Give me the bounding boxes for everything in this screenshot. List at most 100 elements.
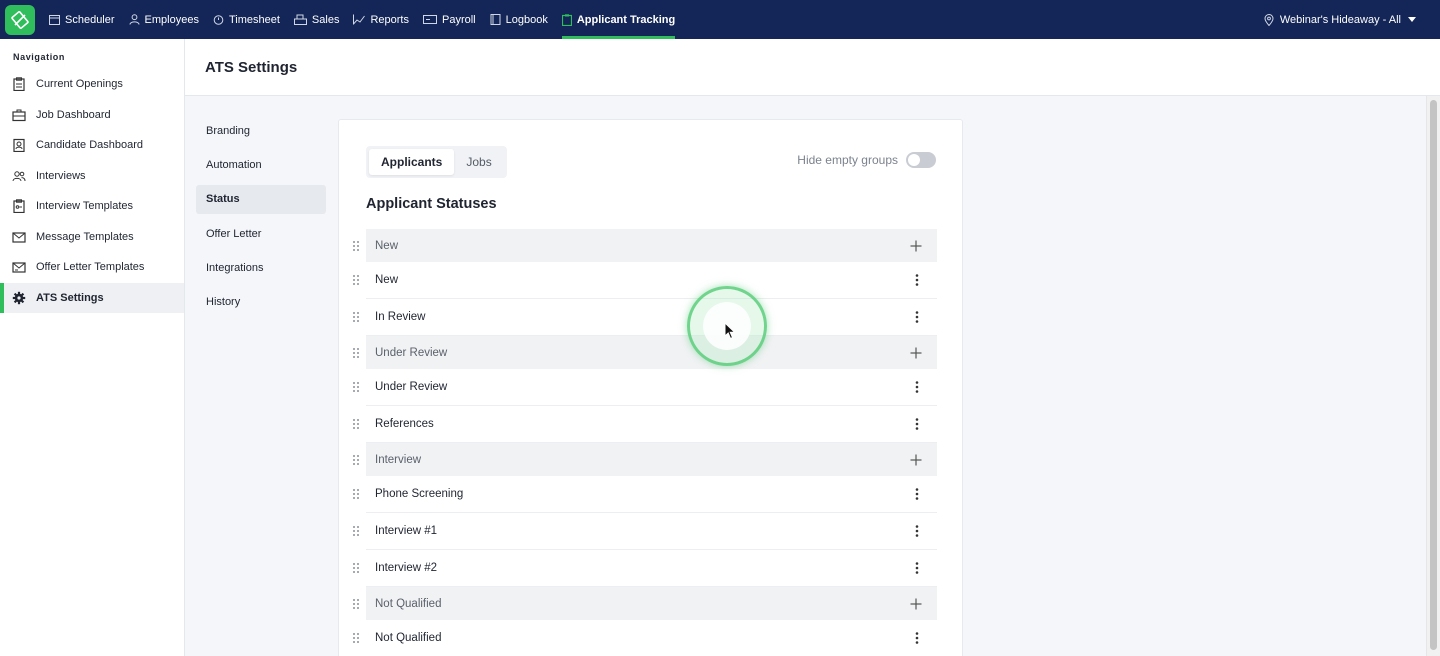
- scrollbar-thumb[interactable]: [1430, 100, 1437, 650]
- sidebar-item-label: ATS Settings: [36, 291, 104, 304]
- more-options-icon[interactable]: [915, 381, 919, 393]
- sidebar-item-label: Current Openings: [36, 78, 123, 91]
- section-title: Applicant Statuses: [366, 196, 497, 212]
- sidebar: Navigation Current Openings Job Dashboar…: [0, 39, 185, 656]
- status-row[interactable]: Interview #2: [353, 550, 937, 587]
- envelope-icon: [12, 232, 26, 243]
- hide-empty-groups-label: Hide empty groups: [797, 153, 898, 167]
- nav-sales[interactable]: Sales: [293, 0, 339, 39]
- status-row[interactable]: Phone Screening: [353, 476, 937, 513]
- more-options-icon[interactable]: [915, 418, 919, 430]
- nav-label: Scheduler: [65, 13, 115, 26]
- sidebar-heading: Navigation: [13, 52, 66, 62]
- register-icon: [293, 14, 307, 25]
- page-scrollbar[interactable]: [1426, 96, 1440, 656]
- nav-logbook[interactable]: Logbook: [490, 0, 548, 39]
- trend-icon: [353, 14, 366, 25]
- sidebar-item-interviews[interactable]: Interviews: [0, 161, 184, 192]
- more-options-icon[interactable]: [915, 632, 919, 644]
- drag-handle-icon[interactable]: [353, 598, 359, 609]
- status-settings-card: Applicants Jobs Hide empty groups Applic…: [338, 119, 963, 656]
- drag-handle-icon[interactable]: [353, 312, 359, 322]
- sidebar-item-interview-templates[interactable]: Interview Templates: [0, 191, 184, 222]
- sidebar-item-label: Offer Letter Templates: [36, 261, 145, 274]
- nav-label: Timesheet: [228, 13, 280, 26]
- status-type-tabs: Applicants Jobs: [366, 146, 507, 178]
- more-options-icon[interactable]: [915, 525, 919, 537]
- more-options-icon[interactable]: [915, 562, 919, 574]
- status-group-label: New: [375, 239, 399, 252]
- nav-reports[interactable]: Reports: [353, 0, 409, 39]
- add-status-icon[interactable]: [910, 454, 922, 466]
- status-group-header[interactable]: New: [353, 229, 937, 262]
- status-row[interactable]: New: [353, 262, 937, 299]
- drag-handle-icon[interactable]: [353, 489, 359, 499]
- gear-icon: [12, 291, 26, 304]
- sidebar-item-ats-settings[interactable]: ATS Settings: [0, 282, 184, 313]
- add-status-icon[interactable]: [910, 598, 922, 610]
- subnav-automation[interactable]: Automation: [196, 150, 326, 179]
- subnav-status[interactable]: Status: [196, 184, 326, 214]
- page-title: ATS Settings: [205, 59, 298, 76]
- more-options-icon[interactable]: [915, 311, 919, 323]
- status-group-header[interactable]: Interview: [353, 443, 937, 476]
- hide-empty-groups-toggle[interactable]: [906, 152, 936, 168]
- mouse-pointer-icon: [724, 322, 736, 340]
- location-selector[interactable]: Webinar's Hideaway - All: [1264, 0, 1416, 39]
- sidebar-item-candidate-dashboard[interactable]: Candidate Dashboard: [0, 130, 184, 161]
- sidebar-item-job-dashboard[interactable]: Job Dashboard: [0, 100, 184, 131]
- tab-jobs[interactable]: Jobs: [454, 149, 503, 175]
- subnav-offer-letter[interactable]: Offer Letter: [196, 219, 326, 248]
- add-status-icon[interactable]: [910, 347, 922, 359]
- subnav-history[interactable]: History: [196, 288, 326, 317]
- sidebar-item-current-openings[interactable]: Current Openings: [0, 69, 184, 100]
- nav-employees[interactable]: Employees: [129, 0, 199, 39]
- drag-handle-icon[interactable]: [353, 633, 359, 643]
- sidebar-item-offer-letter-templates[interactable]: Offer Letter Templates: [0, 252, 184, 283]
- template-icon: [13, 199, 25, 214]
- status-row[interactable]: Not Qualified: [353, 620, 937, 656]
- drag-handle-icon[interactable]: [353, 563, 359, 573]
- location-label: Webinar's Hideaway - All: [1279, 13, 1401, 26]
- status-label: Phone Screening: [375, 488, 464, 500]
- status-label: References: [375, 418, 434, 430]
- location-pin-icon: [1264, 13, 1274, 26]
- sidebar-item-label: Message Templates: [36, 230, 134, 243]
- subnav-integrations[interactable]: Integrations: [196, 254, 326, 283]
- nav-scheduler[interactable]: Scheduler: [49, 0, 115, 39]
- nav-payroll[interactable]: Payroll: [422, 0, 476, 39]
- more-options-icon[interactable]: [915, 488, 919, 500]
- add-status-icon[interactable]: [910, 240, 922, 252]
- nav-applicant-tracking[interactable]: Applicant Tracking: [561, 0, 676, 39]
- calendar-icon: [49, 15, 60, 25]
- sidebar-item-label: Job Dashboard: [36, 108, 111, 121]
- more-options-icon[interactable]: [915, 274, 919, 286]
- status-group-label: Not Qualified: [375, 597, 442, 610]
- drag-handle-icon[interactable]: [353, 454, 359, 465]
- briefcase-icon: [12, 109, 26, 121]
- top-navigation-bar: Scheduler Employees Timesheet Sales Repo…: [0, 0, 1440, 39]
- nav-label: Logbook: [505, 13, 548, 26]
- status-row[interactable]: References: [353, 406, 937, 443]
- tab-applicants[interactable]: Applicants: [369, 149, 455, 175]
- drag-handle-icon[interactable]: [353, 382, 359, 392]
- subnav-branding[interactable]: Branding: [196, 116, 326, 145]
- timer-icon: [213, 15, 224, 25]
- status-label: In Review: [375, 311, 426, 323]
- sidebar-item-message-templates[interactable]: Message Templates: [0, 222, 184, 253]
- clipboard-icon: [13, 77, 25, 92]
- nav-timesheet[interactable]: Timesheet: [213, 0, 280, 39]
- status-row[interactable]: In Review: [353, 299, 937, 336]
- drag-handle-icon[interactable]: [353, 347, 359, 358]
- drag-handle-icon[interactable]: [353, 240, 359, 251]
- status-row[interactable]: Interview #1: [353, 513, 937, 550]
- status-group-header[interactable]: Under Review: [353, 336, 937, 369]
- drag-handle-icon[interactable]: [353, 526, 359, 536]
- status-label: New: [375, 274, 399, 286]
- app-logo[interactable]: [5, 4, 35, 35]
- payroll-icon: [422, 15, 437, 24]
- status-group-header[interactable]: Not Qualified: [353, 587, 937, 620]
- drag-handle-icon[interactable]: [353, 419, 359, 429]
- drag-handle-icon[interactable]: [353, 275, 359, 285]
- status-row[interactable]: Under Review: [353, 369, 937, 406]
